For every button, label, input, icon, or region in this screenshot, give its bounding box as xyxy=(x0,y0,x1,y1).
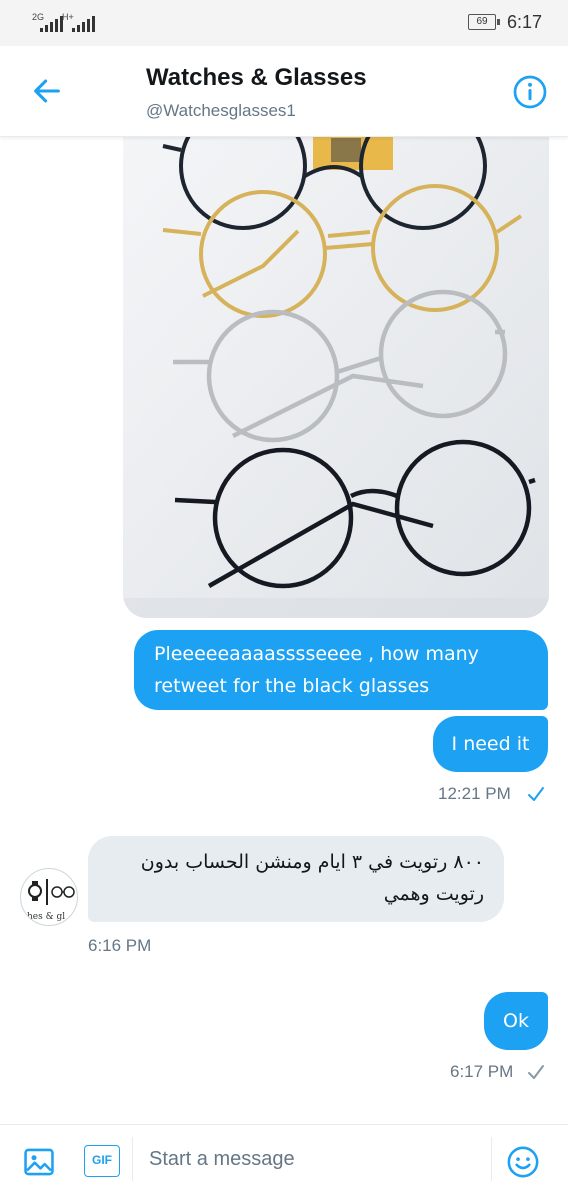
message-text: ٨٠٠ رتويت في ٣ ايام ومنشن الحساب بدون رت… xyxy=(140,851,484,905)
read-check-icon xyxy=(528,787,544,801)
message-composer: GIF Start a message xyxy=(0,1124,568,1201)
glasses-photo-image xyxy=(123,136,549,618)
signal-icon-2 xyxy=(72,16,95,32)
info-icon[interactable] xyxy=(512,74,548,110)
message-text: I need it xyxy=(451,733,530,755)
message-text: Ok xyxy=(503,1010,529,1032)
message-photo[interactable] xyxy=(123,136,549,618)
status-bar: 2G H+ 69 6:17 xyxy=(0,0,568,46)
status-time: 6:17 xyxy=(506,12,542,32)
avatar-logo-icon: hes & gl xyxy=(27,879,75,922)
outgoing-message-bubble[interactable]: Pleeeeeaaaasssseeee , how many retweet f… xyxy=(134,630,548,710)
conversation-header: Watches & Glasses @Watchesglasses1 xyxy=(0,46,568,137)
back-arrow-icon[interactable] xyxy=(30,74,64,108)
message-timestamp: 6:16 PM xyxy=(88,936,152,955)
battery-icon: 69 xyxy=(468,14,500,30)
conversation-handle: @Watchesglasses1 xyxy=(146,101,296,120)
incoming-message-bubble[interactable]: ٨٠٠ رتويت في ٣ ايام ومنشن الحساب بدون رت… xyxy=(88,836,504,922)
message-text: Pleeeeeaaaasssseeee , how many retweet f… xyxy=(154,643,479,697)
message-timestamp: 6:17 PM xyxy=(450,1062,514,1081)
conversation-title: Watches & Glasses xyxy=(146,64,367,91)
outgoing-message-bubble[interactable]: Ok xyxy=(484,992,548,1050)
message-timestamp: 12:21 PM xyxy=(438,784,511,803)
avatar[interactable]: hes & gl xyxy=(20,868,78,926)
outgoing-message-bubble[interactable]: I need it xyxy=(433,716,548,772)
sent-check-icon xyxy=(528,1065,544,1079)
emoji-icon[interactable] xyxy=(506,1145,540,1179)
avatar-text: hes & gl xyxy=(27,912,65,922)
signal-icon xyxy=(40,16,63,32)
message-input[interactable]: Start a message xyxy=(132,1137,492,1181)
image-icon[interactable] xyxy=(22,1145,56,1179)
gif-icon[interactable]: GIF xyxy=(84,1145,120,1177)
